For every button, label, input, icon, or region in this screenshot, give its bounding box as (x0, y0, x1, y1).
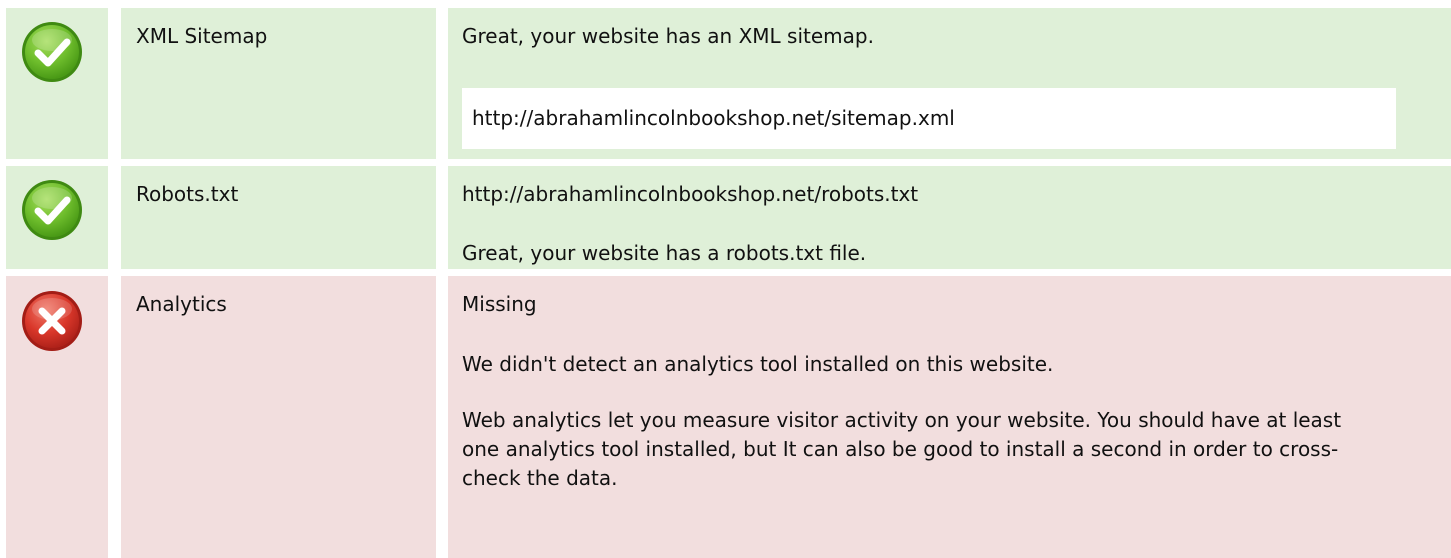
sitemap-status-cell (6, 8, 108, 159)
analytics-message: We didn't detect an analytics tool insta… (462, 352, 1054, 376)
check-circle-icon (22, 180, 82, 240)
robots-label-cell: Robots.txt (121, 166, 436, 269)
robots-message: Great, your website has a robots.txt fil… (462, 241, 867, 265)
robots-result-cell: http://abrahamlincolnbookshop.net/robots… (448, 166, 1451, 269)
analytics-result-cell: Missing We didn't detect an analytics to… (448, 276, 1451, 558)
analytics-label: Analytics (136, 292, 227, 316)
robots-status-cell (6, 166, 108, 269)
analytics-detail: Web analytics let you measure visitor ac… (462, 408, 1342, 490)
sitemap-message: Great, your website has an XML sitemap. (462, 24, 874, 48)
sitemap-label-cell: XML Sitemap (121, 8, 436, 159)
robots-url: http://abrahamlincolnbookshop.net/robots… (462, 182, 919, 206)
seo-report: XML Sitemap Great, your website has an X… (0, 0, 1451, 558)
check-circle-icon (22, 22, 82, 82)
sitemap-url: http://abrahamlincolnbookshop.net/sitema… (462, 88, 1396, 149)
robots-label: Robots.txt (136, 182, 239, 206)
analytics-status-cell (6, 276, 108, 558)
sitemap-label: XML Sitemap (136, 24, 268, 48)
analytics-value: Missing (462, 292, 537, 316)
analytics-label-cell: Analytics (121, 276, 436, 558)
sitemap-result-cell: Great, your website has an XML sitemap. … (448, 8, 1451, 159)
cross-circle-icon (22, 291, 82, 351)
